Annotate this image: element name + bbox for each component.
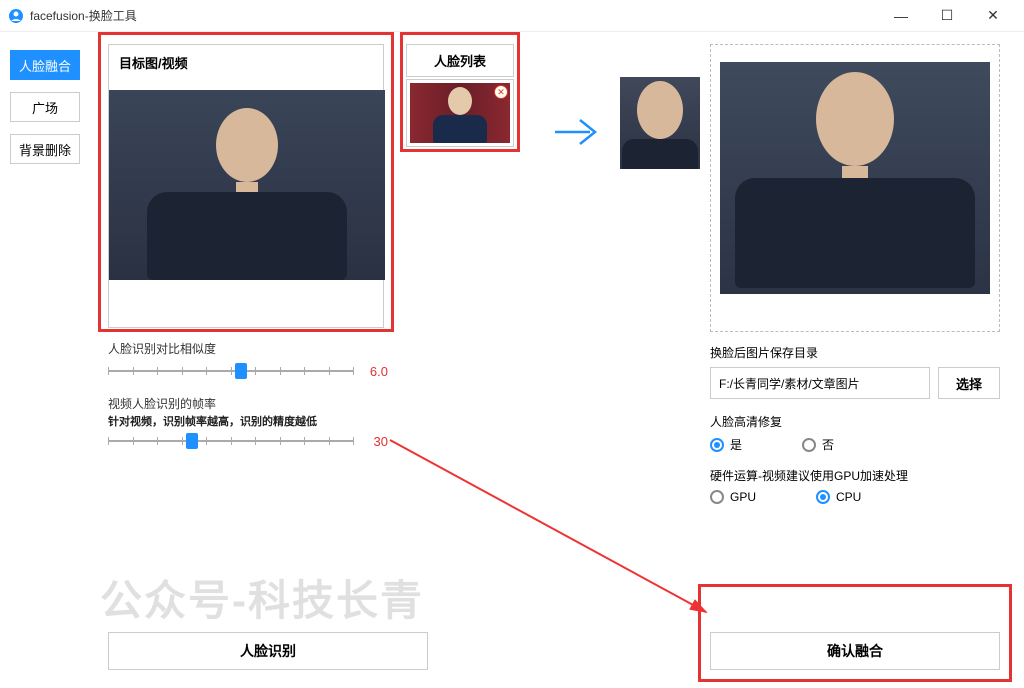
radio-label: GPU xyxy=(730,490,756,504)
sidebar-item-plaza[interactable]: 广场 xyxy=(10,92,80,122)
output-path-input[interactable] xyxy=(710,367,930,399)
watermark-text: 公众号-科技长青 xyxy=(100,567,424,628)
hd-repair-yes[interactable]: 是 xyxy=(710,436,742,453)
main-area: 目标图/视频 人脸列表 ✕ xyxy=(90,32,1024,688)
confirm-fusion-button[interactable]: 确认融合 xyxy=(710,632,1000,670)
browse-button[interactable]: 选择 xyxy=(938,367,1000,399)
sidebar-label: 人脸融合 xyxy=(19,56,71,75)
radio-icon xyxy=(816,490,830,504)
similarity-label: 人脸识别对比相似度 xyxy=(108,340,388,357)
face-list-panel: 人脸列表 ✕ xyxy=(406,44,514,147)
radio-label: 否 xyxy=(822,436,834,453)
radio-icon xyxy=(710,438,724,452)
remove-face-icon[interactable]: ✕ xyxy=(494,85,508,99)
hd-repair-no[interactable]: 否 xyxy=(802,436,834,453)
radio-icon xyxy=(802,438,816,452)
recognize-button[interactable]: 人脸识别 xyxy=(108,632,428,670)
extracted-face-thumb xyxy=(620,77,700,169)
face-list-item[interactable]: ✕ xyxy=(406,79,514,147)
radio-icon xyxy=(710,490,724,504)
button-label: 确认融合 xyxy=(827,641,883,661)
app-icon xyxy=(8,8,24,24)
sidebar-item-face-fusion[interactable]: 人脸融合 xyxy=(10,50,80,80)
maximize-button[interactable]: ☐ xyxy=(924,0,970,32)
hardware-cpu[interactable]: CPU xyxy=(816,490,861,504)
target-panel: 目标图/视频 xyxy=(108,44,384,328)
fps-label: 视频人脸识别的帧率 xyxy=(108,395,388,412)
target-panel-header: 目标图/视频 xyxy=(109,45,383,80)
window-title: facefusion-换脸工具 xyxy=(30,7,137,24)
output-panel xyxy=(710,44,1000,332)
controls-left: 人脸识别对比相似度 6.0 视频人脸识别的帧率 针对视频，识别帧率越高，识别的精… xyxy=(108,340,388,451)
similarity-slider[interactable] xyxy=(108,361,354,381)
similarity-value: 6.0 xyxy=(360,364,388,379)
sidebar-label: 背景删除 xyxy=(19,140,71,159)
sidebar-label: 广场 xyxy=(32,98,58,117)
fps-value: 30 xyxy=(360,434,388,449)
radio-label: CPU xyxy=(836,490,861,504)
output-image xyxy=(720,62,990,294)
hardware-gpu[interactable]: GPU xyxy=(710,490,756,504)
window-titlebar: facefusion-换脸工具 ― ☐ ✕ xyxy=(0,0,1024,32)
close-button[interactable]: ✕ xyxy=(970,0,1016,32)
hd-repair-label: 人脸高清修复 xyxy=(710,413,1000,430)
arrow-icon xyxy=(550,112,610,152)
output-path-label: 换脸后图片保存目录 xyxy=(710,344,1000,361)
target-image[interactable] xyxy=(109,90,385,280)
hardware-label: 硬件运算-视频建议使用GPU加速处理 xyxy=(710,467,1000,484)
sidebar-item-bg-remove[interactable]: 背景删除 xyxy=(10,134,80,164)
fps-hint: 针对视频，识别帧率越高，识别的精度越低 xyxy=(108,416,388,429)
radio-label: 是 xyxy=(730,436,742,453)
face-list-header: 人脸列表 xyxy=(406,44,514,77)
button-label: 人脸识别 xyxy=(240,641,296,661)
minimize-button[interactable]: ― xyxy=(878,0,924,32)
controls-right: 换脸后图片保存目录 选择 人脸高清修复 是 否 硬件运算-视频建议使用GPU加速… xyxy=(710,344,1000,518)
fps-slider[interactable] xyxy=(108,431,354,451)
sidebar: 人脸融合 广场 背景删除 xyxy=(0,32,90,688)
